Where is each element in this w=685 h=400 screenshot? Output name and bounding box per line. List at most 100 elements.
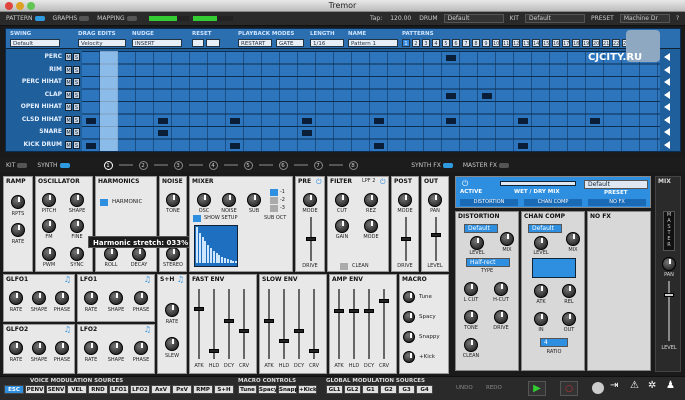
record-icon[interactable]: ○ [560, 381, 578, 396]
mute-button[interactable]: M [65, 140, 72, 149]
osc-pitch-knob[interactable] [42, 193, 56, 207]
harmonic-bar[interactable] [201, 237, 204, 263]
amp-env-crv-handle[interactable] [379, 299, 389, 303]
row-arrow-icon[interactable] [664, 115, 670, 124]
active-step[interactable] [374, 117, 384, 124]
active-step[interactable] [230, 117, 240, 124]
slow-env-hld-handle[interactable] [279, 339, 289, 343]
note-icon[interactable]: ♫ [177, 275, 184, 284]
pattern-21-button[interactable]: 21 [602, 39, 610, 47]
fast-env-hld-handle[interactable] [209, 349, 219, 353]
pattern-8-button[interactable]: 8 [472, 39, 480, 47]
dist-mix-knob[interactable] [500, 232, 514, 246]
undo-button[interactable]: UNDO [456, 385, 473, 391]
mixer-osc-knob[interactable] [197, 193, 211, 207]
fx-slot-nofx[interactable]: NO FX [588, 199, 646, 206]
voice-mod-tab[interactable]: RND [88, 385, 108, 394]
voice-2-button[interactable]: 2 [138, 160, 148, 170]
pattern-12-button[interactable]: 12 [512, 39, 520, 47]
row-name[interactable]: CLSD HIHAT [10, 115, 62, 125]
synth-fx-tab[interactable]: SYNTH FX [409, 162, 455, 169]
active-step[interactable] [482, 92, 492, 99]
row-name[interactable]: PERC [10, 52, 62, 62]
voice-mod-tab[interactable]: LFO2 [130, 385, 150, 394]
filter-rez-knob[interactable] [364, 193, 378, 207]
sub-oct-1-button[interactable] [270, 189, 278, 196]
harmonic-bar[interactable] [226, 259, 229, 263]
pattern-button[interactable]: PATTERN [4, 15, 47, 22]
sub-oct-2-button[interactable] [270, 197, 278, 204]
master-fx-tab[interactable]: MASTER FX [461, 162, 511, 169]
global-mod-tab[interactable]: G3 [398, 385, 415, 394]
voice-mod-tab[interactable]: SENV [46, 385, 66, 394]
fast-env-atk-handle[interactable] [194, 307, 204, 311]
voice-mod-tab[interactable]: AxV [151, 385, 171, 394]
global-mod-tab[interactable]: GL1 [326, 385, 343, 394]
export-icon[interactable]: ⇥ [610, 380, 618, 391]
mix-pan-knob[interactable] [662, 257, 676, 271]
harmonic-bar[interactable] [196, 227, 198, 263]
global-mod-tab[interactable]: G2 [380, 385, 397, 394]
mixer-noise-knob[interactable] [222, 193, 236, 207]
glfo1-rate-knob[interactable] [9, 291, 23, 305]
pattern-name-input[interactable]: Pattern 1 [348, 39, 398, 47]
slow-env-atk-handle[interactable] [264, 319, 274, 323]
global-mod-tab[interactable]: G4 [416, 385, 433, 394]
graphs-button[interactable]: GRAPHS [51, 15, 92, 22]
note-icon[interactable]: ♫ [64, 275, 71, 284]
active-step[interactable] [86, 117, 96, 124]
mute-button[interactable]: M [65, 65, 72, 74]
comp-preset-dropdown[interactable]: Default [528, 224, 562, 233]
row-arrow-icon[interactable] [664, 78, 670, 86]
pattern-7-button[interactable]: 7 [462, 39, 470, 47]
row-name[interactable]: OPEN HIHAT [10, 102, 62, 112]
pattern-9-button[interactable]: 9 [482, 39, 490, 47]
pattern-17-button[interactable]: 17 [562, 39, 570, 47]
harmonic-bar[interactable] [221, 257, 224, 263]
macro-snappy-knob[interactable] [403, 331, 415, 343]
harm-decay-knob[interactable] [132, 247, 146, 261]
macro-kick-knob[interactable] [403, 351, 415, 363]
dist-drive-knob[interactable] [494, 310, 508, 324]
fx-slot-distortion[interactable]: DISTORTION [460, 199, 518, 206]
amp-env-atk-handle[interactable] [334, 309, 344, 313]
slow-env-dcy-slider[interactable] [298, 289, 300, 359]
slow-env-crv-handle[interactable] [309, 349, 319, 353]
harmonic-bar[interactable] [198, 233, 201, 263]
voice-5-button[interactable]: 5 [243, 160, 253, 170]
tap-label[interactable]: Tap: [368, 15, 384, 22]
pattern-1-button[interactable]: 1 [402, 39, 410, 47]
voice-4-button[interactable]: 4 [208, 160, 218, 170]
row-name[interactable]: SNARE [10, 127, 62, 137]
voice-mod-tab[interactable]: LFO1 [109, 385, 129, 394]
out-level-slider[interactable] [435, 217, 437, 261]
solo-button[interactable]: S [73, 103, 80, 111]
active-step[interactable] [230, 142, 240, 149]
voice-7-button[interactable]: 7 [313, 160, 323, 170]
nudge-dropdown[interactable]: INSERT [132, 39, 182, 47]
harmonic-bar[interactable] [215, 253, 218, 263]
osc-fm-knob[interactable] [42, 219, 56, 233]
filter-power-icon[interactable]: ⏻ [380, 178, 386, 187]
global-mod-tab[interactable]: G1 [362, 385, 379, 394]
active-step[interactable] [446, 55, 456, 61]
pre-drive-handle[interactable] [306, 237, 316, 241]
ramp-rpts-knob[interactable] [11, 195, 25, 209]
voice-8-button[interactable]: 8 [348, 160, 358, 170]
row-arrow-icon[interactable] [664, 140, 670, 149]
show-setup-toggle[interactable] [193, 215, 201, 222]
active-step[interactable] [374, 142, 384, 149]
metronome-icon[interactable] [592, 382, 604, 394]
voice-mod-tab[interactable]: VEL [67, 385, 87, 394]
comp-mix-knob[interactable] [566, 232, 580, 246]
fx-preset-dropdown[interactable]: Default [584, 180, 648, 189]
filter-clean-toggle[interactable] [340, 263, 348, 270]
active-step[interactable] [302, 117, 312, 124]
comp-rel-knob[interactable] [562, 284, 576, 298]
active-step[interactable] [518, 117, 528, 124]
slow-env-dcy-handle[interactable] [294, 329, 304, 333]
comp-in-knob[interactable] [534, 312, 548, 326]
row-arrow-icon[interactable] [664, 90, 670, 99]
pattern-22-button[interactable]: 22 [612, 39, 620, 47]
amp-env-hld-handle[interactable] [349, 309, 359, 313]
